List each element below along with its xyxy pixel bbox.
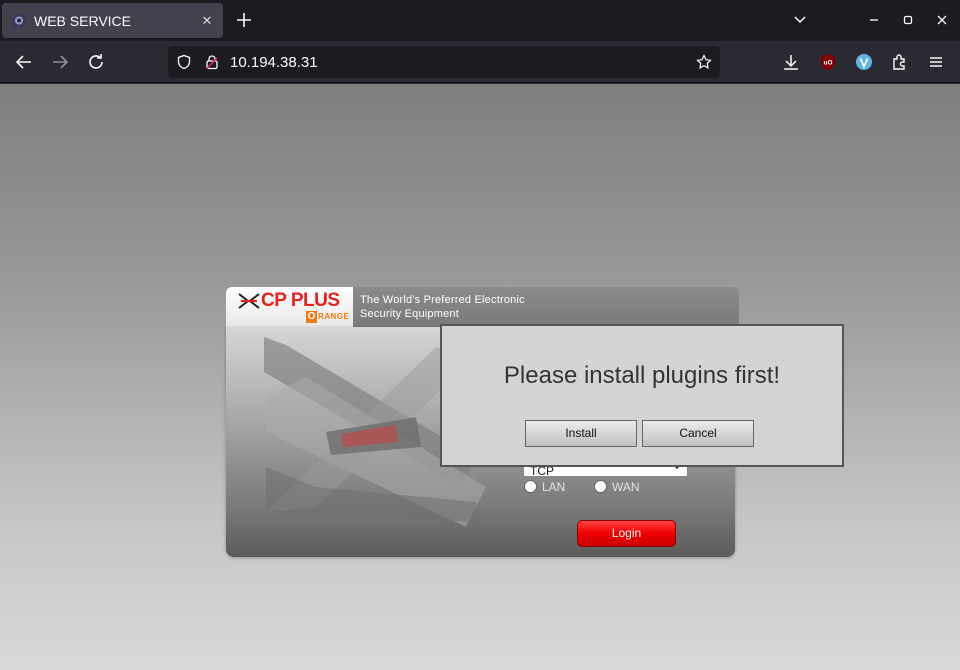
tab-title: WEB SERVICE	[34, 13, 131, 29]
tagline-line-2: Security Equipment	[360, 308, 459, 320]
logo-sub-initial: O	[306, 311, 317, 323]
menu-icon[interactable]	[925, 51, 947, 73]
lan-radio[interactable]	[524, 480, 537, 493]
puzzle-icon[interactable]	[889, 51, 911, 73]
logo-brand-text: CP PLUS	[261, 290, 340, 311]
ublock-icon[interactable]: uO	[817, 51, 839, 73]
bookmark-star-icon[interactable]	[696, 54, 712, 70]
svg-text:uO: uO	[823, 60, 832, 67]
tagline: The World's Preferred Electronic Securit…	[360, 293, 580, 321]
tab-list-icon[interactable]	[790, 10, 810, 30]
tab-close-icon[interactable]: ✕	[198, 12, 216, 30]
wan-label: WAN	[612, 480, 640, 494]
minimize-icon[interactable]	[864, 10, 884, 30]
tagline-line-1: The World's Preferred Electronic	[360, 294, 525, 306]
install-plugins-dialog: Please install plugins first! Install Ca…	[440, 324, 844, 467]
shield-icon[interactable]	[176, 54, 192, 70]
address-bar[interactable]: 10.194.38.31	[168, 46, 720, 78]
cp-plus-logo-mark-icon	[238, 293, 260, 309]
new-tab-icon[interactable]	[232, 8, 256, 32]
browser-tab[interactable]: WEB SERVICE ✕	[2, 3, 223, 38]
panel-header: CP PLUS O RANGE The World's Preferred El…	[226, 287, 739, 327]
extension-v-icon[interactable]	[853, 51, 875, 73]
login-button[interactable]: Login	[577, 520, 676, 547]
install-button[interactable]: Install	[525, 420, 637, 447]
url-text: 10.194.38.31	[230, 54, 318, 71]
favicon-icon	[12, 14, 26, 27]
cp-plus-logo: CP PLUS O RANGE	[226, 287, 353, 327]
logo-sub-text: RANGE	[318, 312, 350, 321]
reload-icon[interactable]	[85, 51, 107, 73]
back-icon[interactable]	[13, 51, 35, 73]
page-viewport: CP PLUS O RANGE The World's Preferred El…	[0, 84, 960, 670]
cancel-button[interactable]: Cancel	[642, 420, 754, 447]
navigation-toolbar: 10.194.38.31 uO	[0, 41, 960, 83]
forward-icon[interactable]	[49, 51, 71, 73]
wan-radio[interactable]	[594, 480, 607, 493]
lan-label: LAN	[542, 480, 566, 494]
download-icon[interactable]	[780, 51, 802, 73]
tab-bar: WEB SERVICE ✕	[0, 0, 960, 41]
maximize-icon[interactable]	[898, 10, 918, 30]
lock-icon[interactable]	[204, 54, 220, 70]
logo-orange-wordmark: O RANGE	[306, 311, 350, 323]
close-icon[interactable]	[932, 10, 952, 30]
dialog-message: Please install plugins first!	[503, 362, 781, 389]
